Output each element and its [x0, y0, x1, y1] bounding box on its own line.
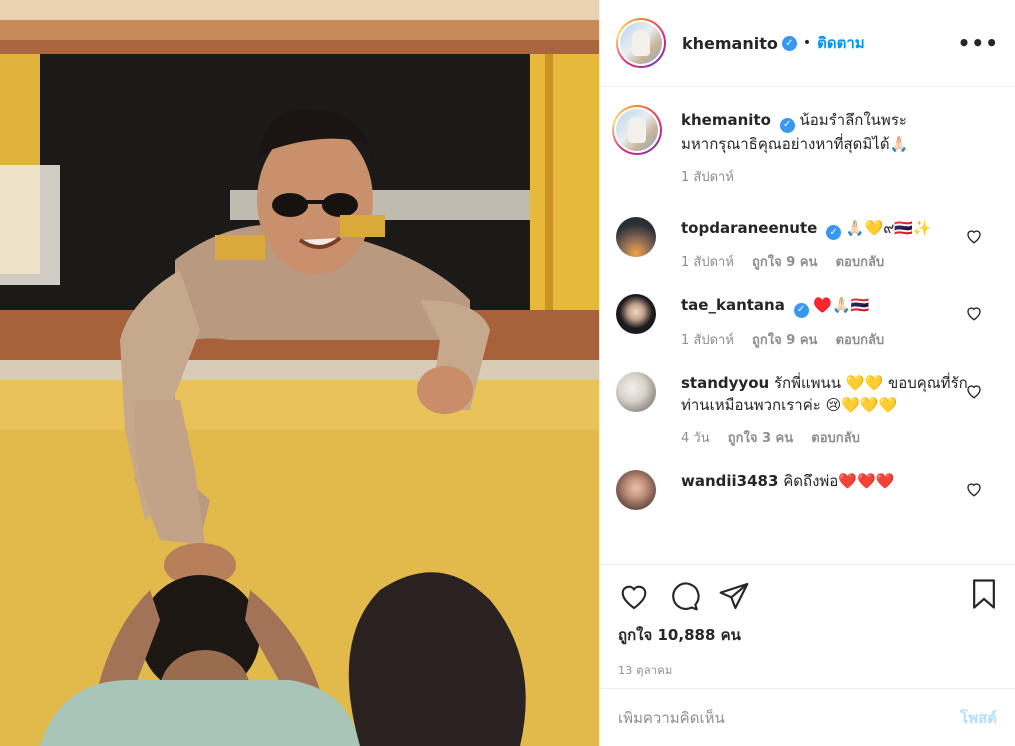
- comment-meta: 1 สัปดาห์ ถูกใจ 9 คน ตอบกลับ: [681, 330, 971, 352]
- commenter-avatar[interactable]: [616, 216, 656, 257]
- comment-likes[interactable]: ถูกใจ 9 คน: [752, 333, 817, 348]
- caption-time[interactable]: 1 สัปดาห์: [681, 170, 734, 185]
- comment-bubble-icon[interactable]: [668, 580, 700, 612]
- commenter-avatar[interactable]: [616, 294, 656, 334]
- comment-input[interactable]: [618, 708, 961, 727]
- comment-item: tae_kantana ✓ ♥️🙏🏻🇹🇭 1 สัปดาห์ ถูกใจ 9 ค…: [616, 294, 999, 352]
- comments-list[interactable]: khemanito ✓ น้อมรำลึกในพระมหากรุณาธิคุณอ…: [600, 87, 1015, 564]
- caption: khemanito ✓ น้อมรำลึกในพระมหากรุณาธิคุณอ…: [612, 105, 999, 189]
- comment-item: standyyou รักพี่แพนน 💛💛 ขอบคุณที่รักท่าน…: [616, 371, 999, 450]
- verified-badge-icon: ✓: [826, 225, 842, 240]
- post-date[interactable]: 13 ตุลาคม: [618, 661, 997, 679]
- action-icons: [618, 577, 997, 615]
- post-viewer: khemanito ✓ • ติดตาม ••• khemanito ✓ น้อ…: [0, 0, 1015, 746]
- comment-meta: 4 วัน ถูกใจ 3 คน ตอบกลับ: [681, 428, 971, 450]
- comment-body: standyyou รักพี่แพนน 💛💛 ขอบคุณที่รักท่าน…: [681, 372, 971, 450]
- comment-item: topdaraneenute ✓ 🙏🏻💛๙🇹🇭✨ 1 สัปดาห์ ถูกใจ…: [616, 216, 999, 275]
- comment-body: wandii3483 คิดถึงพ่อ❤️❤️❤️: [681, 470, 971, 510]
- commenter-avatar[interactable]: [616, 371, 656, 412]
- like-heart-icon[interactable]: [618, 580, 650, 612]
- reply-button[interactable]: ตอบกลับ: [836, 255, 885, 270]
- bookmark-icon[interactable]: [969, 578, 999, 610]
- photo-illustration: [0, 0, 599, 746]
- comment-text: 🙏🏻💛๙🇹🇭✨: [845, 218, 932, 237]
- comment-like-icon[interactable]: [965, 382, 983, 400]
- comment-username[interactable]: tae_kantana: [681, 296, 785, 314]
- side-panel: khemanito ✓ • ติดตาม ••• khemanito ✓ น้อ…: [599, 0, 1015, 746]
- header-username[interactable]: khemanito: [682, 34, 778, 53]
- verified-badge-icon: ✓: [779, 117, 795, 133]
- post-comment-button[interactable]: โพสต์: [960, 706, 997, 730]
- caption-body: khemanito ✓ น้อมรำลึกในพระมหากรุณาธิคุณอ…: [681, 109, 971, 189]
- comment-username[interactable]: standyyou: [681, 374, 769, 392]
- commenter-avatar[interactable]: [616, 469, 656, 510]
- more-options-icon[interactable]: •••: [958, 31, 999, 55]
- reply-button[interactable]: ตอบกลับ: [811, 431, 860, 446]
- add-comment-bar: โพสต์: [600, 688, 1015, 746]
- comment-meta: 1 สัปดาห์ ถูกใจ 9 คน ตอบกลับ: [681, 252, 971, 274]
- comment-text: คิดถึงพ่อ❤️❤️❤️: [783, 471, 895, 490]
- post-header: khemanito ✓ • ติดตาม •••: [600, 0, 1015, 87]
- reply-button[interactable]: ตอบกลับ: [836, 333, 885, 348]
- comment-text: ♥️🙏🏻🇹🇭: [813, 296, 870, 314]
- comment-time[interactable]: 4 วัน: [681, 431, 710, 446]
- caption-meta: 1 สัปดาห์: [681, 167, 971, 189]
- follow-button[interactable]: ติดตาม: [817, 31, 865, 55]
- comment-like-icon[interactable]: [965, 480, 983, 498]
- comment-time[interactable]: 1 สัปดาห์: [681, 255, 734, 270]
- like-count[interactable]: ถูกใจ 10,888 คน: [618, 623, 997, 647]
- caption-username[interactable]: khemanito: [681, 111, 771, 129]
- comment-like-icon[interactable]: [965, 304, 983, 322]
- share-paper-plane-icon[interactable]: [718, 580, 750, 612]
- verified-badge-icon: ✓: [793, 302, 809, 318]
- post-actions: ถูกใจ 10,888 คน 13 ตุลาคม โพสต์: [600, 564, 1015, 746]
- comment-body: topdaraneenute ✓ 🙏🏻💛๙🇹🇭✨ 1 สัปดาห์ ถูกใจ…: [681, 217, 971, 275]
- comment-item: wandii3483 คิดถึงพ่อ❤️❤️❤️: [616, 469, 999, 510]
- comment-likes[interactable]: ถูกใจ 9 คน: [752, 255, 817, 270]
- post-photo[interactable]: [0, 0, 599, 746]
- profile-avatar[interactable]: [616, 18, 666, 68]
- comment-username[interactable]: topdaraneenute: [681, 219, 817, 237]
- separator-dot: •: [802, 35, 812, 51]
- comment-body: tae_kantana ✓ ♥️🙏🏻🇹🇭 1 สัปดาห์ ถูกใจ 9 ค…: [681, 294, 971, 352]
- comment-time[interactable]: 1 สัปดาห์: [681, 333, 734, 348]
- caption-avatar[interactable]: [612, 105, 662, 155]
- comment-like-icon[interactable]: [965, 227, 983, 245]
- comment-username[interactable]: wandii3483: [681, 472, 778, 490]
- comment-likes[interactable]: ถูกใจ 3 คน: [728, 431, 793, 446]
- verified-badge-icon: ✓: [781, 35, 797, 51]
